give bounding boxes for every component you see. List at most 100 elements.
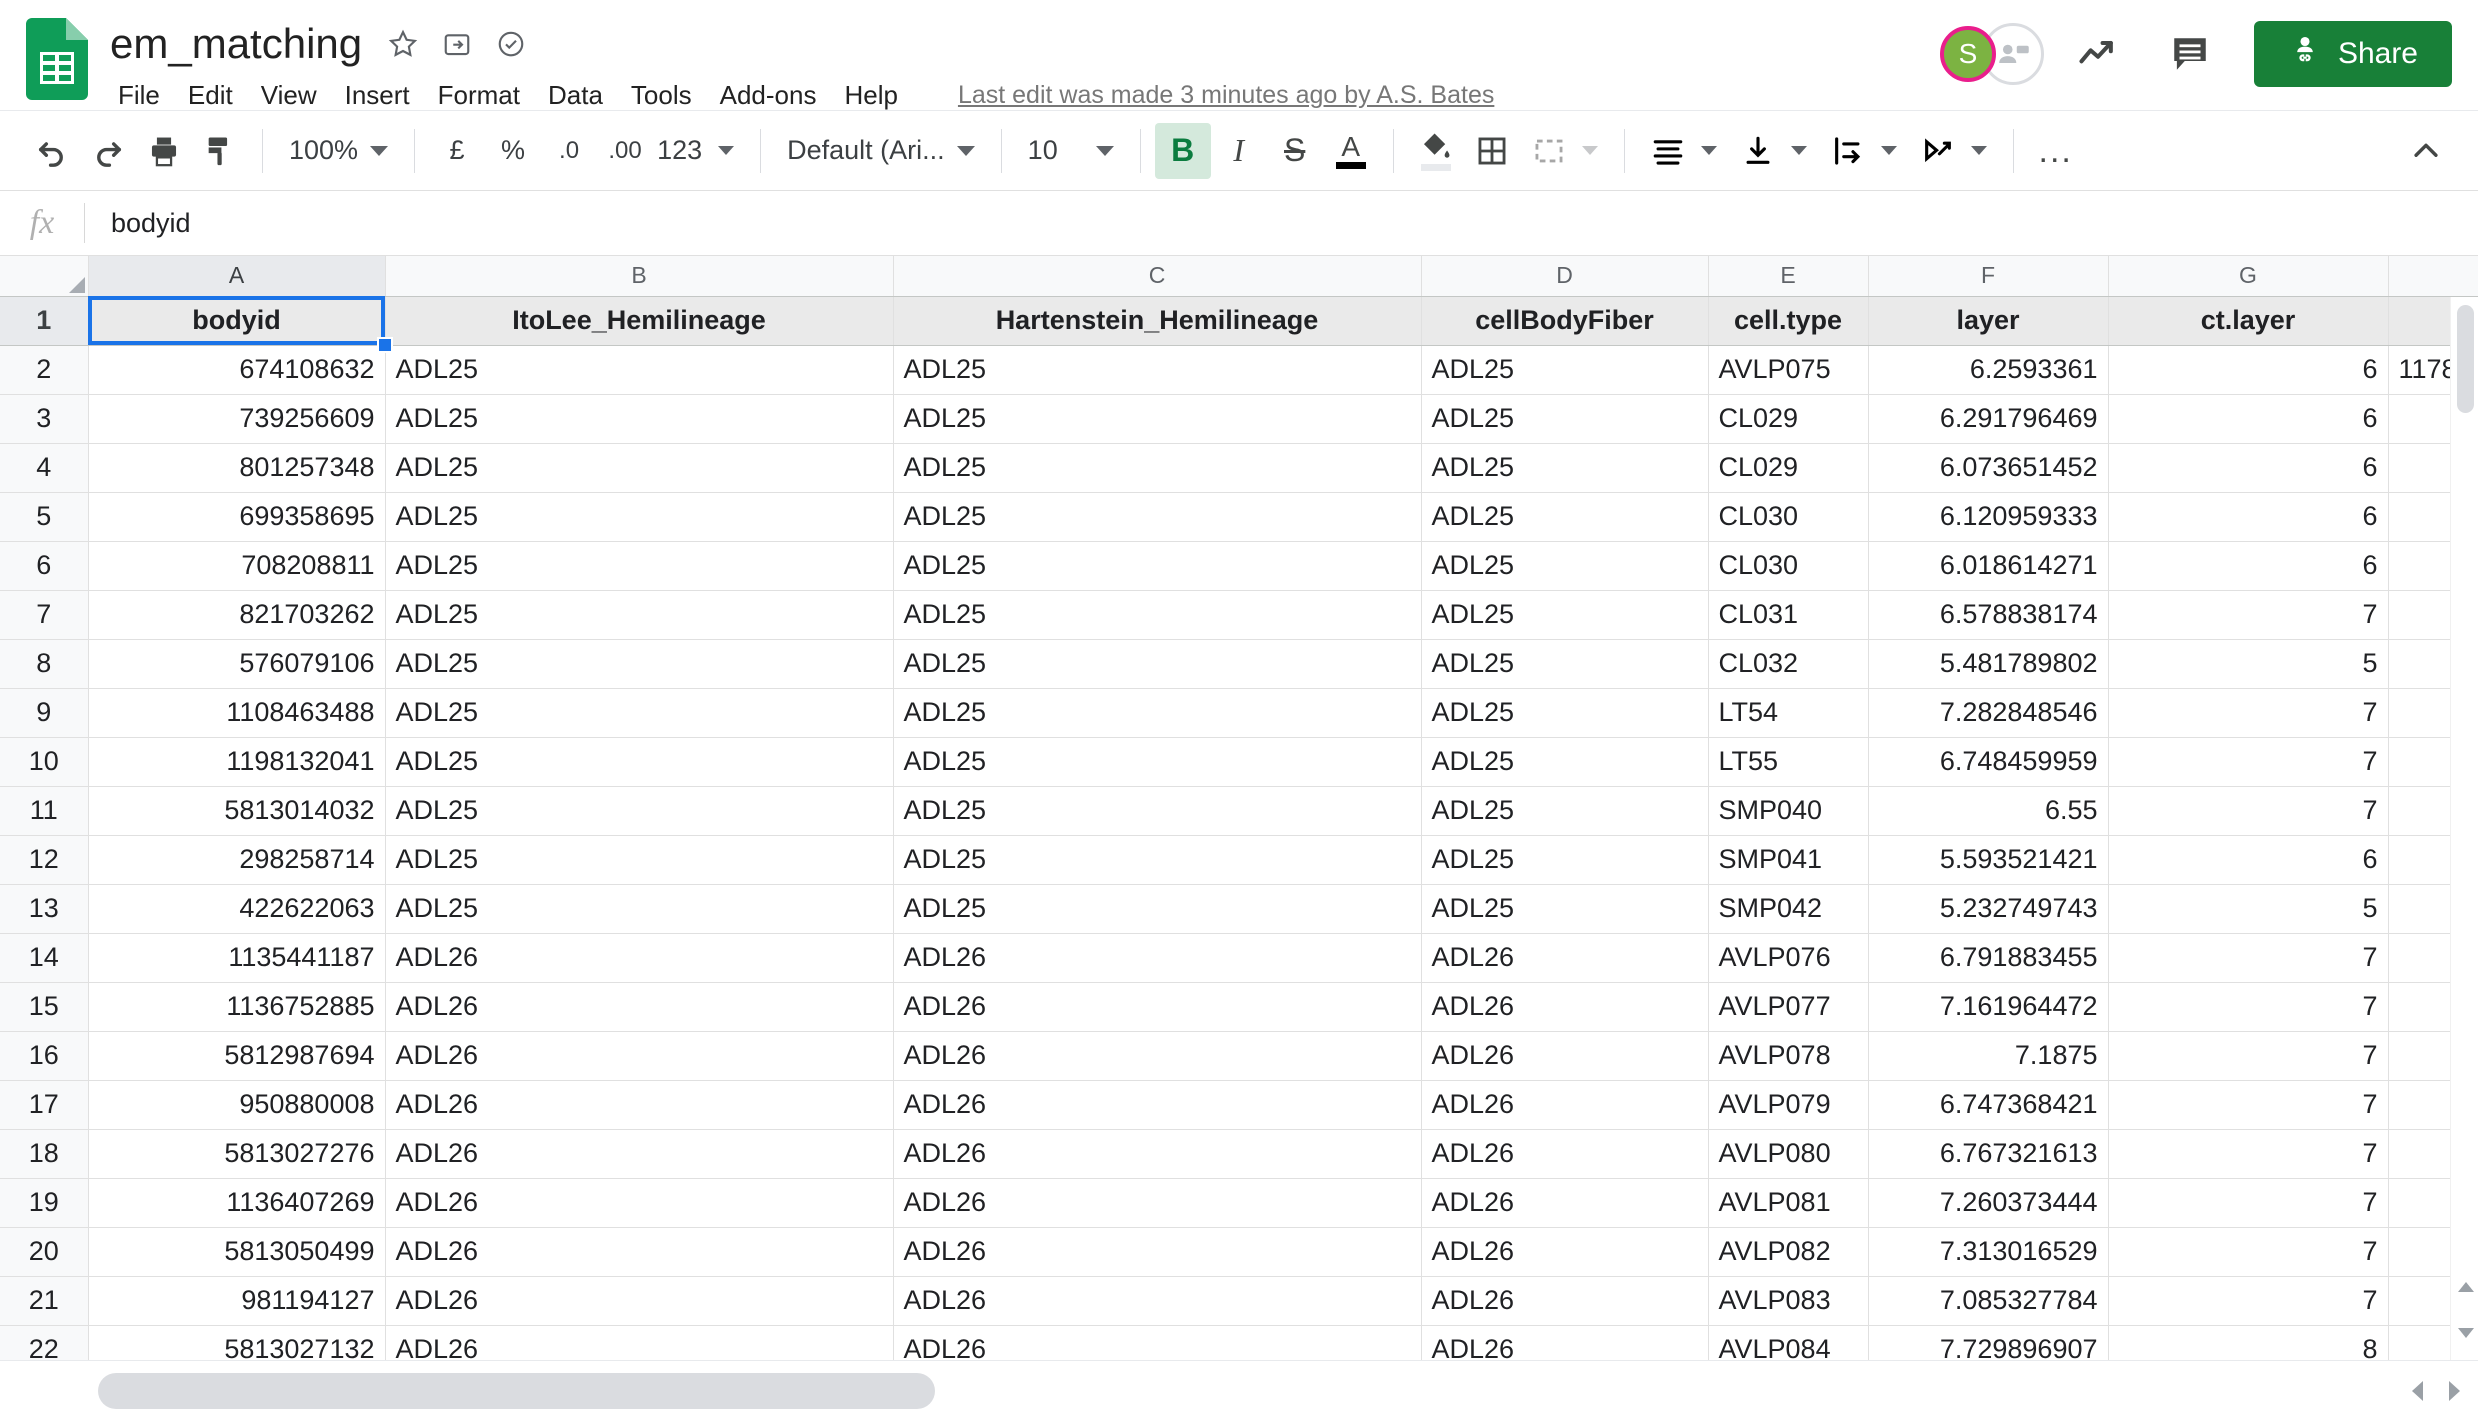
cell-itolee-hemilineage-21[interactable]: ADL26: [385, 1276, 894, 1326]
row-header-21[interactable]: 21: [0, 1276, 89, 1326]
increase-decimal-button[interactable]: .00: [597, 123, 653, 179]
cell-cellbodyfiber-5[interactable]: ADL25: [1421, 492, 1709, 542]
cell-layer-6[interactable]: 6.018614271: [1868, 541, 2109, 591]
cell-itolee-hemilineage-5[interactable]: ADL25: [385, 492, 894, 542]
scroll-up-arrow-icon[interactable]: [2458, 1282, 2474, 1292]
cell-ct-layer-6[interactable]: 6: [2108, 541, 2389, 591]
cell-ct-layer-20[interactable]: 7: [2108, 1227, 2389, 1277]
trending-chart-icon[interactable]: [2060, 16, 2136, 92]
cell-cellbodyfiber-7[interactable]: ADL25: [1421, 590, 1709, 640]
cell-cell-type-14[interactable]: AVLP076: [1708, 933, 1869, 983]
vertical-align-button[interactable]: [1729, 123, 1819, 179]
cell-cellbodyfiber-13[interactable]: ADL25: [1421, 884, 1709, 934]
fill-color-button[interactable]: [1408, 123, 1464, 179]
cell-cell-type-22[interactable]: AVLP084: [1708, 1325, 1869, 1360]
cell-itolee-hemilineage-8[interactable]: ADL25: [385, 639, 894, 689]
fill-handle[interactable]: [377, 337, 393, 353]
cell-layer-16[interactable]: 7.1875: [1868, 1031, 2109, 1081]
cell-b1[interactable]: ItoLee_Hemilineage: [385, 296, 894, 346]
scroll-left-arrow-icon[interactable]: [2412, 1380, 2423, 1401]
cell-cellbodyfiber-19[interactable]: ADL26: [1421, 1178, 1709, 1228]
cell-layer-19[interactable]: 7.260373444: [1868, 1178, 2109, 1228]
row-header-7[interactable]: 7: [0, 590, 89, 640]
cell-cell-type-3[interactable]: CL029: [1708, 394, 1869, 444]
cell-cell-type-12[interactable]: SMP041: [1708, 835, 1869, 885]
cell-cellbodyfiber-15[interactable]: ADL26: [1421, 982, 1709, 1032]
row-header-15[interactable]: 15: [0, 982, 89, 1032]
move-to-folder-icon[interactable]: [442, 29, 472, 59]
cell-hartenstein-hemilineage-14[interactable]: ADL26: [893, 933, 1422, 983]
merge-cells-button[interactable]: [1520, 123, 1610, 179]
column-header-h[interactable]: [2388, 256, 2478, 297]
print-icon[interactable]: [136, 123, 192, 179]
cell-layer-9[interactable]: 7.282848546: [1868, 688, 2109, 738]
cell-ct-layer-15[interactable]: 7: [2108, 982, 2389, 1032]
cell-cell-type-13[interactable]: SMP042: [1708, 884, 1869, 934]
cell-itolee-hemilineage-4[interactable]: ADL25: [385, 443, 894, 493]
cell-layer-11[interactable]: 6.55: [1868, 786, 2109, 836]
formula-input[interactable]: bodyid: [85, 208, 2478, 239]
cell-hartenstein-hemilineage-12[interactable]: ADL25: [893, 835, 1422, 885]
cell-bodyid-3[interactable]: 739256609: [88, 394, 386, 444]
cell-hartenstein-hemilineage-20[interactable]: ADL26: [893, 1227, 1422, 1277]
cell-itolee-hemilineage-2[interactable]: ADL25: [385, 345, 894, 395]
cell-layer-15[interactable]: 7.161964472: [1868, 982, 2109, 1032]
cell-hartenstein-hemilineage-16[interactable]: ADL26: [893, 1031, 1422, 1081]
cell-cellbodyfiber-16[interactable]: ADL26: [1421, 1031, 1709, 1081]
cell-hartenstein-hemilineage-2[interactable]: ADL25: [893, 345, 1422, 395]
star-icon[interactable]: [388, 29, 418, 59]
cell-cell-type-20[interactable]: AVLP082: [1708, 1227, 1869, 1277]
column-header-f[interactable]: F: [1868, 256, 2109, 297]
cell-bodyid-20[interactable]: 5813050499: [88, 1227, 386, 1277]
cell-hartenstein-hemilineage-18[interactable]: ADL26: [893, 1129, 1422, 1179]
column-header-a[interactable]: A: [88, 256, 386, 297]
cell-itolee-hemilineage-19[interactable]: ADL26: [385, 1178, 894, 1228]
cell-hartenstein-hemilineage-6[interactable]: ADL25: [893, 541, 1422, 591]
cell-ct-layer-10[interactable]: 7: [2108, 737, 2389, 787]
strikethrough-button[interactable]: S: [1267, 123, 1323, 179]
cell-itolee-hemilineage-10[interactable]: ADL25: [385, 737, 894, 787]
italic-button[interactable]: I: [1211, 123, 1267, 179]
cell-layer-13[interactable]: 5.232749743: [1868, 884, 2109, 934]
cell-cellbodyfiber-21[interactable]: ADL26: [1421, 1276, 1709, 1326]
column-header-b[interactable]: B: [385, 256, 894, 297]
row-header-6[interactable]: 6: [0, 541, 89, 591]
cell-bodyid-10[interactable]: 1198132041: [88, 737, 386, 787]
cell-cellbodyfiber-3[interactable]: ADL25: [1421, 394, 1709, 444]
horizontal-scrollbar-thumb[interactable]: [98, 1372, 935, 1409]
row-header-10[interactable]: 10: [0, 737, 89, 787]
cell-cell-type-11[interactable]: SMP040: [1708, 786, 1869, 836]
select-all-corner[interactable]: [0, 256, 89, 297]
cell-layer-5[interactable]: 6.120959333: [1868, 492, 2109, 542]
cell-cell-type-7[interactable]: CL031: [1708, 590, 1869, 640]
row-header-1[interactable]: 1: [0, 296, 89, 346]
text-rotation-button[interactable]: [1909, 123, 1999, 179]
decrease-decimal-button[interactable]: .0: [541, 123, 597, 179]
cell-cell-type-5[interactable]: CL030: [1708, 492, 1869, 542]
horizontal-scrollbar-track[interactable]: [88, 1361, 2412, 1421]
cell-ct-layer-12[interactable]: 6: [2108, 835, 2389, 885]
share-button[interactable]: Share: [2253, 21, 2452, 87]
row-header-16[interactable]: 16: [0, 1031, 89, 1081]
cell-cellbodyfiber-9[interactable]: ADL25: [1421, 688, 1709, 738]
cell-bodyid-13[interactable]: 422622063: [88, 884, 386, 934]
cell-layer-4[interactable]: 6.073651452: [1868, 443, 2109, 493]
cell-ct-layer-9[interactable]: 7: [2108, 688, 2389, 738]
cell-ct-layer-3[interactable]: 6: [2108, 394, 2389, 444]
cell-layer-12[interactable]: 5.593521421: [1868, 835, 2109, 885]
cell-d1[interactable]: cellBodyFiber: [1421, 296, 1709, 346]
cell-layer-2[interactable]: 6.2593361: [1868, 345, 2109, 395]
cell-bodyid-17[interactable]: 950880008: [88, 1080, 386, 1130]
collapse-toolbar-icon[interactable]: [2398, 123, 2454, 179]
cell-itolee-hemilineage-13[interactable]: ADL25: [385, 884, 894, 934]
row-header-20[interactable]: 20: [0, 1227, 89, 1277]
cell-ct-layer-16[interactable]: 7: [2108, 1031, 2389, 1081]
cell-bodyid-14[interactable]: 1135441187: [88, 933, 386, 983]
cell-layer-3[interactable]: 6.291796469: [1868, 394, 2109, 444]
row-header-22[interactable]: 22: [0, 1325, 89, 1360]
row-header-18[interactable]: 18: [0, 1129, 89, 1179]
cell-hartenstein-hemilineage-19[interactable]: ADL26: [893, 1178, 1422, 1228]
cell-cell-type-15[interactable]: AVLP077: [1708, 982, 1869, 1032]
cell-hartenstein-hemilineage-22[interactable]: ADL26: [893, 1325, 1422, 1360]
cell-a1[interactable]: bodyid: [88, 296, 386, 346]
